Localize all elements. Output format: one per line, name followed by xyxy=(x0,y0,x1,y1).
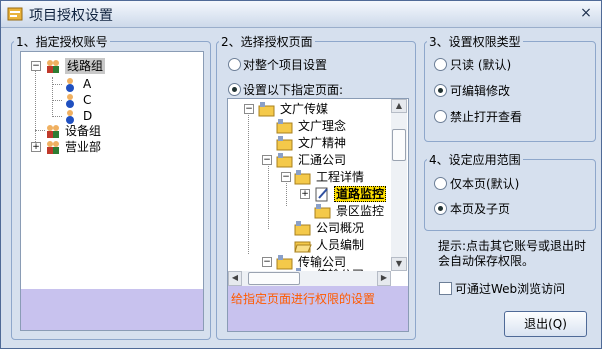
collapse-icon[interactable]: − xyxy=(31,61,41,71)
tree-item-label: 线路组 xyxy=(65,58,106,74)
pages-hint-text: 给指定页面进行权限的设置 xyxy=(231,292,376,306)
page-tree[interactable]: − 文广传媒 文广理念 文广精神 − 汇通公司 − 工程详情 + 道路监控 景区… xyxy=(227,98,409,332)
user-icon xyxy=(66,110,74,124)
tree-item-lines-group[interactable]: − 线路组 xyxy=(21,58,201,74)
expand-icon[interactable]: + xyxy=(31,142,41,152)
page-item-road-monitor[interactable]: + 道路监控 xyxy=(228,186,388,202)
tree-item-label: C xyxy=(83,93,92,107)
radio-no-access-label: 禁止打开查看 xyxy=(450,110,523,124)
page-item-label: 文广精神 xyxy=(298,136,347,150)
tip-text: 提示:点击其它账号或退出时会自动保存权限。 xyxy=(438,239,587,268)
horizontal-scrollbar[interactable]: ◀ ▶ xyxy=(228,271,391,286)
radio-no-access[interactable] xyxy=(434,110,447,123)
accounts-info-area xyxy=(21,289,203,330)
collapse-icon[interactable]: − xyxy=(281,172,291,182)
pages-legend: 2、选择授权页面 xyxy=(221,35,313,49)
edit-page-icon xyxy=(315,187,328,202)
page-item-project-detail[interactable]: − 工程详情 xyxy=(228,169,388,185)
tree-item-device-group[interactable]: 设备组 xyxy=(21,123,201,139)
page-item-huitong[interactable]: − 汇通公司 xyxy=(228,152,388,168)
window-title: 项目授权设置 xyxy=(29,8,113,24)
page-item-scenic-monitor[interactable]: 景区监控 xyxy=(228,203,388,219)
web-access-checkbox[interactable] xyxy=(439,282,452,295)
page-item-label: 文广理念 xyxy=(298,119,347,133)
locked-folder-icon xyxy=(258,102,275,117)
tree-item-user-c[interactable]: C xyxy=(21,92,201,108)
tree-item-user-a[interactable]: A xyxy=(21,76,201,92)
radio-page-and-children-label: 本页及子页 xyxy=(450,202,511,216)
radio-readonly-label: 只读 (默认) xyxy=(450,58,512,72)
open-folder-icon xyxy=(294,241,312,253)
page-item-concept[interactable]: 文广理念 xyxy=(228,118,388,134)
user-icon xyxy=(66,78,74,92)
page-item-label: 汇通公司 xyxy=(298,153,347,167)
group-users-icon xyxy=(47,141,59,154)
exit-button[interactable]: 退出(Q) xyxy=(504,311,587,337)
locked-folder-icon xyxy=(314,204,331,219)
radio-specific-pages-label: 设置以下指定页面: xyxy=(243,83,344,97)
app-icon xyxy=(7,7,23,21)
scroll-up-icon[interactable]: ▲ xyxy=(391,99,407,113)
tree-item-sales-dept[interactable]: + 营业部 xyxy=(21,139,201,155)
radio-whole-project-label: 对整个项目设置 xyxy=(243,58,328,72)
radio-this-page-label: 仅本页(默认) xyxy=(450,177,520,191)
locked-folder-icon xyxy=(276,153,293,168)
account-tree[interactable]: − 线路组 A C D 设备组 + 营业部 xyxy=(20,51,204,331)
page-item-staffing[interactable]: 人员编制 xyxy=(228,237,388,253)
page-item-label: 文广传媒 xyxy=(280,102,329,116)
tree-item-user-d[interactable]: D xyxy=(21,108,201,124)
page-item-label: 公司概况 xyxy=(316,221,365,235)
expand-icon[interactable]: + xyxy=(300,189,310,199)
scroll-left-icon[interactable]: ◀ xyxy=(228,271,242,286)
locked-folder-icon xyxy=(276,136,293,151)
collapse-icon[interactable]: − xyxy=(262,155,272,165)
radio-editable[interactable] xyxy=(434,84,447,97)
radio-whole-project[interactable] xyxy=(228,58,241,71)
dialog-window: 项目授权设置 × 1、指定授权账号 − 线路组 A C D 设备组 + 营业部 … xyxy=(0,0,602,349)
collapse-icon[interactable]: − xyxy=(262,257,272,267)
tree-item-label: A xyxy=(83,77,92,91)
user-icon xyxy=(66,94,74,108)
web-access-label: 可通过Web浏览访问 xyxy=(455,282,566,296)
scroll-down-icon[interactable]: ▼ xyxy=(391,257,407,271)
scope-legend: 4、设定应用范围 xyxy=(429,153,521,167)
page-item-label: 人员编制 xyxy=(316,238,365,252)
title-bar: 项目授权设置 × xyxy=(1,1,601,28)
tree-item-label: D xyxy=(83,109,93,123)
locked-folder-icon xyxy=(294,170,311,185)
page-item-company-overview[interactable]: 公司概况 xyxy=(228,220,388,236)
tree-item-label: 营业部 xyxy=(65,140,102,154)
radio-editable-label: 可编辑修改 xyxy=(450,84,511,98)
group-users-icon xyxy=(47,60,59,73)
pages-info-area: 给指定页面进行权限的设置 xyxy=(228,286,408,331)
accounts-legend: 1、指定授权账号 xyxy=(16,35,108,49)
vertical-scrollbar[interactable]: ▲ ▼ xyxy=(391,99,407,271)
collapse-icon[interactable]: − xyxy=(244,104,254,114)
scroll-thumb[interactable] xyxy=(248,272,300,285)
page-item-spirit[interactable]: 文广精神 xyxy=(228,135,388,151)
radio-readonly[interactable] xyxy=(434,58,447,71)
radio-this-page[interactable] xyxy=(434,177,447,190)
permission-legend: 3、设置权限类型 xyxy=(429,35,521,49)
page-item-label: 工程详情 xyxy=(316,170,365,184)
close-button[interactable]: × xyxy=(577,5,595,23)
page-item-label: 景区监控 xyxy=(336,204,385,218)
tree-item-label: 设备组 xyxy=(65,124,102,138)
page-item-wenguang[interactable]: − 文广传媒 xyxy=(228,101,388,117)
scroll-thumb[interactable] xyxy=(392,129,406,161)
radio-page-and-children[interactable] xyxy=(434,202,447,215)
scroll-right-icon[interactable]: ▶ xyxy=(377,271,391,286)
locked-folder-icon xyxy=(276,119,293,134)
radio-specific-pages[interactable] xyxy=(228,83,241,96)
page-item-label: 道路监控 xyxy=(334,186,387,202)
locked-folder-icon xyxy=(294,221,311,236)
group-users-icon xyxy=(47,125,59,138)
